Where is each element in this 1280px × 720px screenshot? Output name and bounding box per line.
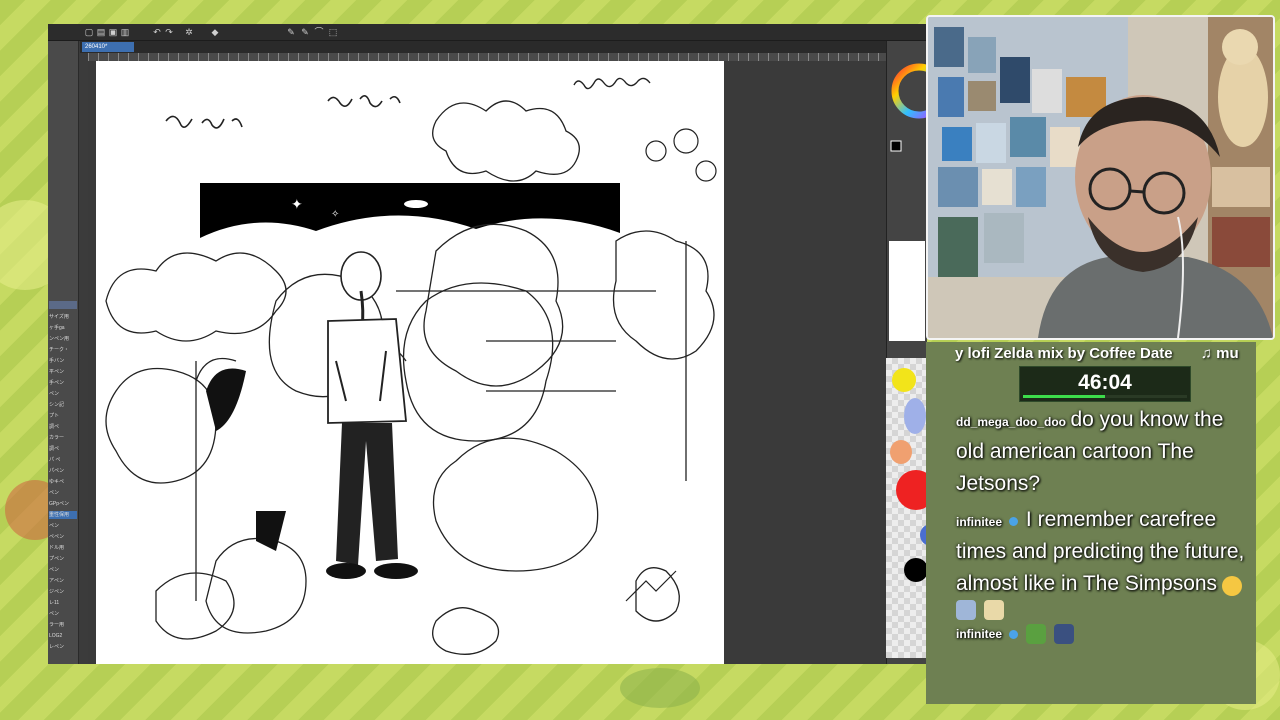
brush-list-item[interactable]: レペン: [49, 643, 77, 651]
chat-username[interactable]: infinitee: [956, 627, 1002, 641]
car-emote-icon: [1054, 624, 1075, 644]
brush-list-item[interactable]: パ ペ: [49, 456, 77, 464]
drawing-app-window: ▢ ▤ ▣ ▥ ↶ ↷ ✲ ◆ ✎ ✎ ⌒ ⬚ 260410* サイズ用ヶ手ga…: [48, 24, 947, 664]
brush-list-item[interactable]: アペン: [49, 577, 77, 585]
now-playing-title: y lofi Zelda mix by Coffee Date: [955, 345, 1173, 362]
brush-list-item[interactable]: シン記: [49, 401, 77, 409]
verified-badge-icon: [1009, 517, 1019, 527]
brush-list-item[interactable]: ペン: [49, 610, 77, 618]
chat-message: infinitee I remember carefree times and …: [956, 504, 1246, 620]
new-icon[interactable]: ▢: [84, 27, 94, 37]
brush-list-item[interactable]: ゆキペ: [49, 478, 77, 486]
chat-message: infinitee: [956, 624, 1246, 644]
brush-list-item[interactable]: 調ペ: [49, 445, 77, 453]
chat-username[interactable]: infinitee: [956, 515, 1002, 529]
color-wheel-icon[interactable]: [887, 41, 947, 161]
save-icon[interactable]: ▣: [108, 27, 118, 37]
color-swatch[interactable]: [892, 368, 916, 392]
color-swatch[interactable]: [904, 398, 926, 434]
brush-list-item[interactable]: ペン: [49, 566, 77, 574]
brush-list-item[interactable]: レ11: [49, 599, 77, 607]
star-mark: ✧: [331, 209, 339, 220]
chat-message: dd_mega_doo_doo do you know the old amer…: [956, 404, 1246, 500]
drawing-canvas[interactable]: ✦ ✧: [96, 61, 724, 664]
pen-tool-icon[interactable]: ✎: [286, 27, 296, 37]
brush-list-item[interactable]: ンペン用: [49, 335, 77, 343]
brush-list-item[interactable]: ラー用: [49, 621, 77, 629]
brush-list-item[interactable]: チーク・: [49, 346, 77, 354]
verified-badge-icon: [1009, 629, 1019, 639]
music-note-icon: ♫ mu: [1200, 345, 1239, 362]
document-tab[interactable]: 260410*: [82, 42, 134, 52]
sketch-artwork: ✦ ✧: [105, 77, 717, 655]
chat-username[interactable]: dd_mega_doo_doo: [956, 415, 1066, 429]
ruler: [88, 53, 886, 61]
redo-icon[interactable]: ↷: [164, 27, 174, 37]
tv-emoji-icon: [956, 600, 976, 620]
timer-progress-track: [1023, 395, 1187, 398]
brush-list-panel: サイズ用 ヶ手ga ンペン用 チーク・ 手バン 平ペン 手ペン ペン シン記 プト 調ペ カラー 調ペパ…: [48, 41, 79, 664]
brush-list-item[interactable]: ペン: [49, 390, 77, 398]
stream-timer: 46:04: [1019, 366, 1191, 402]
brush-tool-icon[interactable]: ✎: [300, 27, 310, 37]
settings-icon[interactable]: ✲: [184, 27, 194, 37]
navigator-thumbnail[interactable]: [889, 241, 925, 341]
brush-list-header: [49, 301, 77, 309]
brush-list-item[interactable]: 手ペン: [49, 379, 77, 387]
star-mark: ✦: [291, 196, 303, 212]
brush-list-item[interactable]: ペペン: [49, 533, 77, 541]
color-swatch[interactable]: [890, 440, 912, 464]
brush-list-item[interactable]: パペン: [49, 467, 77, 475]
lasso-icon[interactable]: ⌒: [314, 27, 324, 37]
webcam-image: [928, 17, 1273, 338]
main-toolbar: ▢ ▤ ▣ ▥ ↶ ↷ ✲ ◆ ✎ ✎ ⌒ ⬚: [48, 24, 926, 41]
print-icon[interactable]: ▥: [120, 27, 130, 37]
brush-list-item[interactable]: ヶ手ga: [49, 324, 77, 332]
brush-list-item[interactable]: ペン: [49, 489, 77, 497]
frog-emote-icon: [1025, 624, 1046, 644]
now-playing: y lofi Zelda mix by Coffee Date ♫ mu: [955, 345, 1255, 363]
brush-list-item[interactable]: 手バン: [49, 357, 77, 365]
brush-list-item[interactable]: 平ペン: [49, 368, 77, 376]
chat-log: dd_mega_doo_doo do you know the old amer…: [956, 404, 1246, 648]
webcam-feed: [926, 15, 1275, 340]
brush-list-item[interactable]: カラー: [49, 434, 77, 442]
brush-list-item[interactable]: サイズ用: [49, 313, 77, 321]
central-figure: [326, 251, 418, 579]
timer-text: 46:04: [1078, 371, 1132, 394]
brush-list-item[interactable]: プペン: [49, 555, 77, 563]
hourglass-emoji-icon: [984, 600, 1005, 620]
grin-emoji-icon: [1221, 575, 1242, 596]
brush-list-item[interactable]: GPpペン: [49, 500, 77, 508]
undo-icon[interactable]: ↶: [152, 27, 162, 37]
canvas-area[interactable]: ✦ ✧: [88, 61, 886, 664]
timer-progress-fill: [1023, 395, 1105, 398]
brush-list-item[interactable]: ジペン: [49, 588, 77, 596]
open-icon[interactable]: ▤: [96, 27, 106, 37]
brush-list-item[interactable]: 重性保用: [49, 511, 77, 519]
brush-list-item[interactable]: プト: [49, 412, 77, 420]
ufo-mark: [404, 200, 428, 208]
fill-icon[interactable]: ◆: [210, 27, 220, 37]
color-swatch[interactable]: [904, 558, 928, 582]
brush-list-item[interactable]: LOG2: [49, 632, 77, 640]
brush-list-item[interactable]: 調ペ: [49, 423, 77, 431]
background-blob: [620, 668, 700, 708]
brush-list-item[interactable]: ドル用: [49, 544, 77, 552]
document-tabbar: 260410*: [80, 41, 926, 53]
select-icon[interactable]: ⬚: [328, 27, 338, 37]
brush-list-item[interactable]: ペン: [49, 522, 77, 530]
